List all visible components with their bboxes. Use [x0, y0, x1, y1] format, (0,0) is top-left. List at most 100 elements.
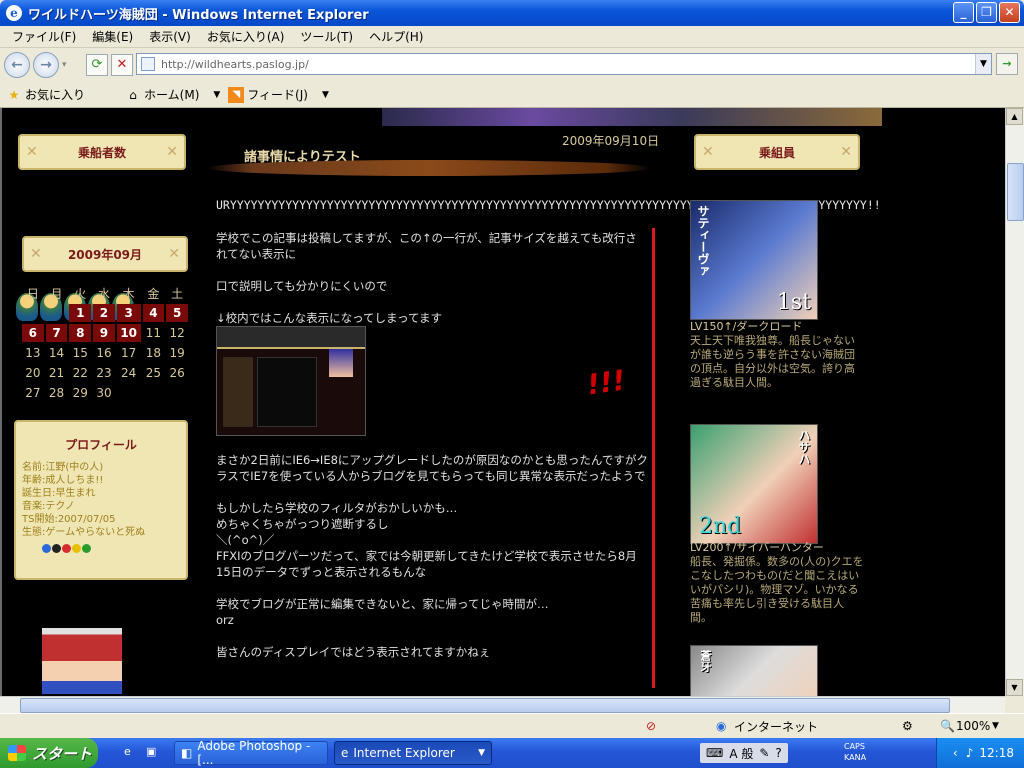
header-banner-image	[382, 108, 882, 126]
menu-edit[interactable]: 編集(E)	[84, 28, 141, 45]
horizontal-scroll-thumb[interactable]	[20, 698, 950, 713]
calendar-day[interactable]: 5	[166, 304, 188, 322]
desktop-quicklaunch-icon[interactable]: ▣	[146, 745, 156, 758]
clock[interactable]: 12:18	[979, 746, 1014, 760]
stop-button[interactable]: ✕	[111, 54, 133, 76]
screenshot-thumbnail[interactable]	[216, 326, 366, 436]
crew-desc-1: LV150↑/ダークロード 天上天下唯我独尊。船長じゃないが誰も逆らう事を許さな…	[690, 320, 865, 390]
start-button[interactable]: スタート	[0, 738, 98, 768]
vertical-scrollbar[interactable]: ▲ ▼	[1005, 108, 1024, 696]
forward-button[interactable]: →	[33, 52, 59, 78]
post-overflow-line: URYYYYYYYYYYYYYYYYYYYYYYYYYYYYYYYYYYYYYY…	[216, 198, 881, 212]
menu-favorites[interactable]: お気に入り(A)	[199, 28, 293, 45]
red-overflow-line	[652, 228, 655, 688]
history-dropdown-icon[interactable]: ▾	[62, 60, 67, 70]
post-line: めちゃくちゃがっつり遮断するし	[216, 517, 389, 531]
crew-name: 蒼牙	[699, 650, 712, 672]
menu-help[interactable]: ヘルプ(H)	[361, 28, 431, 45]
caps-indicator: CAPS	[844, 742, 865, 751]
crew-card-2[interactable]: ハサハ 2nd	[690, 424, 818, 544]
calendar-weekday: 月	[50, 286, 63, 301]
protected-mode-icon[interactable]: ⚙	[902, 719, 913, 733]
menu-view[interactable]: 表示(V)	[141, 28, 199, 45]
calendar-day[interactable]: 8	[69, 324, 92, 342]
favorites-button[interactable]: ★ お気に入り	[6, 86, 85, 103]
profile-title: プロフィール	[65, 438, 137, 452]
minimize-button[interactable]: _	[953, 2, 974, 23]
calendar-empty-cell	[143, 384, 165, 402]
calendar-day: 30	[96, 386, 112, 400]
crew-count-heading: ✕ 乗船者数 ✕	[18, 134, 186, 170]
back-button[interactable]: ←	[4, 52, 30, 78]
calendar-day[interactable]: 9	[93, 324, 115, 342]
calendar-day: 22	[72, 366, 88, 380]
pixel-character-sprite	[42, 628, 122, 694]
calendar-day[interactable]: 10	[116, 324, 141, 342]
profile-box: プロフィール 名前:江野(中の人) 年齢:成人しちま!! 誕生日:早生まれ 音楽…	[14, 420, 188, 580]
home-button[interactable]: ⌂ ホーム(M) ▼	[125, 86, 220, 103]
calendar-day[interactable]: 3	[116, 304, 141, 322]
url-field[interactable]: http://wildhearts.paslog.jp/ ▼	[136, 53, 992, 75]
windows-flag-icon	[8, 745, 26, 761]
ime-bar[interactable]: ⌨ A 般 ✎ ?	[700, 743, 788, 763]
crew-label: 乗組員	[758, 145, 795, 160]
ie-quicklaunch-icon[interactable]: e	[124, 745, 131, 758]
scroll-up-button[interactable]: ▲	[1006, 108, 1023, 125]
feed-dropdown-icon[interactable]: ▼	[322, 90, 329, 100]
post-line: もしかしたら学校のフィルタがおかしいかも…	[216, 501, 458, 515]
tray-arrow-icon[interactable]: ‹	[953, 746, 958, 760]
calendar-day[interactable]: 6	[22, 324, 44, 342]
start-label: スタート	[32, 744, 93, 763]
task-dropdown-icon[interactable]: ▼	[478, 748, 485, 758]
calendar-day: 23	[96, 366, 112, 380]
go-button[interactable]: →	[996, 53, 1018, 75]
calendar-day[interactable]: 7	[45, 324, 68, 342]
calendar-day: 18	[145, 346, 162, 360]
volume-icon[interactable]: ♪	[966, 746, 974, 760]
vertical-scroll-thumb[interactable]	[1007, 163, 1024, 221]
address-bar: ← → ▾ ⟳ ✕ http://wildhearts.paslog.jp/ ▼…	[0, 48, 1024, 82]
calendar-day[interactable]: 1	[69, 304, 92, 322]
post-body: 学校でこの記事は投稿してますが、この↑の一行が、記事サイズを越えても改行されてな…	[216, 230, 648, 660]
menu-tools[interactable]: ツール(T)	[292, 28, 361, 45]
menu-file[interactable]: ファイル(F)	[4, 28, 84, 45]
crew-level: LV150↑/ダークロード	[690, 320, 803, 333]
close-button[interactable]: ✕	[999, 2, 1020, 23]
calendar-weekday: 金	[147, 286, 160, 301]
bones-left-icon: ✕	[702, 144, 714, 160]
calendar-weekday: 土	[171, 286, 184, 301]
blocked-icon[interactable]: ⊘	[646, 719, 656, 733]
calendar-day: 12	[169, 326, 185, 340]
web-page-viewport[interactable]: ✕ 乗船者数 ✕ ✕ 2009年09月 ✕ 日月火水木金土 1234567891…	[0, 108, 1005, 696]
ime-mode: A 般	[729, 746, 754, 761]
task-label: Internet Explorer	[353, 746, 455, 760]
calendar-day: 16	[96, 346, 112, 360]
title-brush-decoration	[207, 160, 652, 176]
task-photoshop[interactable]: ◧ Adobe Photoshop - [...	[174, 739, 328, 767]
profile-line: 名前:江野(中の人)	[22, 462, 104, 473]
crew-card-3[interactable]: 蒼牙	[690, 645, 818, 696]
ie-icon: e	[341, 746, 349, 760]
calendar-day[interactable]: 2	[93, 304, 115, 322]
calendar-day[interactable]: 4	[142, 304, 165, 322]
zoom-dropdown-icon[interactable]: ▼	[992, 721, 999, 731]
maximize-button[interactable]: ❐	[976, 2, 997, 23]
url-dropdown-button[interactable]: ▼	[975, 54, 991, 74]
window-title-bar[interactable]: e ワイルドハーツ海賊団 - Windows Internet Explorer…	[0, 0, 1024, 26]
task-internet-explorer[interactable]: e Internet Explorer ▼	[334, 741, 492, 765]
olympic-rings-icon	[42, 543, 180, 556]
rss-icon: ◥	[228, 86, 245, 103]
calendar-day: 25	[145, 366, 162, 380]
profile-line: 年齢:成人しちま!!	[22, 475, 104, 486]
horizontal-scrollbar[interactable]	[0, 696, 1005, 713]
feed-button[interactable]: ◥ フィード(J) ▼	[228, 86, 329, 103]
post-line: 皆さんのディスプレイではどう表示されてますかねぇ	[216, 645, 491, 659]
refresh-button[interactable]: ⟳	[86, 54, 108, 76]
crew-heading: ✕ 乗組員 ✕	[694, 134, 860, 170]
calendar-day: 28	[48, 386, 65, 400]
zoom-level[interactable]: 100%	[956, 719, 990, 733]
crew-rank: 2nd	[699, 514, 742, 539]
scroll-down-button[interactable]: ▼	[1006, 679, 1023, 696]
crew-card-1[interactable]: サティーヴァ 1st	[690, 200, 818, 320]
home-dropdown-icon[interactable]: ▼	[213, 90, 220, 100]
